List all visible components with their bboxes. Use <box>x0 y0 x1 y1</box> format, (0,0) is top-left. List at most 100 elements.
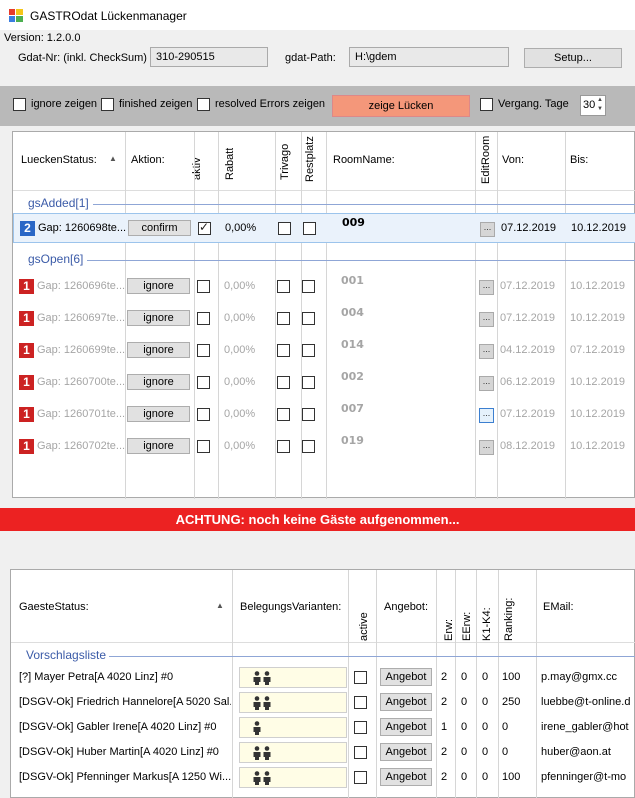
spin-down-icon[interactable]: ▼ <box>597 106 603 112</box>
col-active[interactable]: active <box>358 612 370 641</box>
resolved-checkbox[interactable] <box>197 98 210 111</box>
trivago-checkbox[interactable] <box>277 280 290 293</box>
occupancy-variants-cell[interactable] <box>239 767 347 788</box>
edit-room-button[interactable]: ... <box>479 376 494 391</box>
aktiv-checkbox[interactable] <box>197 344 210 357</box>
ignore-button[interactable]: ignore <box>127 278 190 294</box>
trivago-checkbox[interactable] <box>277 312 290 325</box>
table-row[interactable]: [DSGV-Ok] Friedrich Hannelore[A 5020 Sal… <box>11 690 635 715</box>
table-row[interactable]: [?] Mayer Petra[A 4020 Linz] #0 Angebot … <box>11 665 635 690</box>
angebot-button[interactable]: Angebot <box>380 743 432 761</box>
edit-room-button[interactable]: ... <box>479 408 494 423</box>
restplatz-checkbox[interactable] <box>302 344 315 357</box>
ignore-button[interactable]: ignore <box>127 406 190 422</box>
spin-up-icon[interactable]: ▲ <box>597 97 603 103</box>
col-angebot[interactable]: Angebot: <box>384 601 428 613</box>
bis-date: 07.12.2019 <box>570 344 626 356</box>
table-row[interactable]: [DSGV-Ok] Huber Martin[A 4020 Linz] #0 A… <box>11 740 635 765</box>
restplatz-checkbox[interactable] <box>303 222 316 235</box>
angebot-button[interactable]: Angebot <box>380 768 432 786</box>
col-email[interactable]: EMail: <box>543 601 574 613</box>
col-trivago[interactable]: Trivago <box>279 144 291 180</box>
gdat-nr-label: Gdat-Nr: (inkl. CheckSum) <box>18 52 147 64</box>
aktiv-checkbox[interactable] <box>197 376 210 389</box>
col-rabatt[interactable]: Rabatt <box>224 148 236 180</box>
table-row[interactable]: 1 Gap: 1260696te... ignore 0,00% 001 ...… <box>13 272 635 302</box>
aktiv-checkbox[interactable] <box>197 312 210 325</box>
k1k4-value: 0 <box>482 746 489 758</box>
active-checkbox[interactable] <box>354 771 367 784</box>
gdat-nr-field[interactable]: 310-290515 <box>150 47 268 67</box>
table-row[interactable]: [DSGV-Ok] Gabler Irene[A 4020 Linz] #0 A… <box>11 715 635 740</box>
show-gaps-button[interactable]: zeige Lücken <box>332 95 470 117</box>
col-eerw[interactable]: EErw: <box>461 612 473 641</box>
finished-checkbox[interactable] <box>101 98 114 111</box>
trivago-checkbox[interactable] <box>277 408 290 421</box>
edit-room-button[interactable]: ... <box>480 222 495 237</box>
angebot-button[interactable]: Angebot <box>380 668 432 686</box>
col-erw[interactable]: Erw: <box>443 619 455 641</box>
col-status[interactable]: LueckenStatus: <box>21 154 97 166</box>
edit-room-button[interactable]: ... <box>479 312 494 327</box>
col-roomname[interactable]: RoomName: <box>333 154 395 166</box>
edit-room-button[interactable]: ... <box>479 280 494 295</box>
table-row[interactable]: 2 Gap: 1260698te... confirm 0,00% 009 ..… <box>13 213 635 243</box>
past-days-spinner[interactable]: 30 ▲ ▼ <box>580 95 606 116</box>
aktiv-checkbox[interactable] <box>197 280 210 293</box>
ignore-button[interactable]: ignore <box>127 438 190 454</box>
setup-button[interactable]: Setup... <box>524 48 622 68</box>
restplatz-checkbox[interactable] <box>302 376 315 389</box>
table-row[interactable]: 1 Gap: 1260700te... ignore 0,00% 002 ...… <box>13 368 635 398</box>
ignore-button[interactable]: ignore <box>127 374 190 390</box>
trivago-checkbox[interactable] <box>277 440 290 453</box>
table-row[interactable]: 1 Gap: 1260699te... ignore 0,00% 014 ...… <box>13 336 635 366</box>
col-editroom[interactable]: EditRoom <box>480 136 492 184</box>
past-days-label: Vergang. Tage <box>498 98 569 110</box>
col-k1k4[interactable]: K1-K4: <box>481 607 493 641</box>
group-suggestions-label: Vorschlagsliste <box>26 648 107 662</box>
active-checkbox[interactable] <box>354 671 367 684</box>
eerw-value: 0 <box>461 671 468 683</box>
edit-room-button[interactable]: ... <box>479 440 494 455</box>
col-von[interactable]: Von: <box>502 154 524 166</box>
edit-room-button[interactable]: ... <box>479 344 494 359</box>
trivago-checkbox[interactable] <box>277 376 290 389</box>
col-ranking[interactable]: Ranking: <box>503 598 515 641</box>
confirm-button[interactable]: confirm <box>128 220 191 236</box>
col-action[interactable]: Aktion: <box>131 154 165 166</box>
table-row[interactable]: 1 Gap: 1260701te... ignore 0,00% 007 ...… <box>13 400 635 430</box>
table-row[interactable]: [DSGV-Ok] Pfenninger Markus[A 1250 Wi...… <box>11 765 635 790</box>
trivago-checkbox[interactable] <box>277 344 290 357</box>
rabatt-value: 0,00% <box>224 312 256 324</box>
warning-banner: ACHTUNG: noch keine Gäste aufgenommen... <box>0 508 635 531</box>
occupancy-variants-cell[interactable] <box>239 717 347 738</box>
table-row[interactable]: 1 Gap: 1260697te... ignore 0,00% 004 ...… <box>13 304 635 334</box>
col-variants[interactable]: BelegungsVarianten: <box>240 601 341 613</box>
restplatz-checkbox[interactable] <box>302 408 315 421</box>
active-checkbox[interactable] <box>354 696 367 709</box>
gdat-path-field[interactable]: H:\gdem <box>349 47 509 67</box>
aktiv-checkbox[interactable] <box>198 220 211 235</box>
past-days-checkbox[interactable] <box>480 98 493 111</box>
col-aktiv[interactable]: aktiv <box>191 157 203 180</box>
occupancy-variants-cell[interactable] <box>239 692 347 713</box>
aktiv-checkbox[interactable] <box>197 440 210 453</box>
active-checkbox[interactable] <box>354 746 367 759</box>
occupancy-variants-cell[interactable] <box>239 742 347 763</box>
aktiv-checkbox[interactable] <box>197 408 210 421</box>
ignore-checkbox[interactable] <box>13 98 26 111</box>
angebot-button[interactable]: Angebot <box>380 693 432 711</box>
restplatz-checkbox[interactable] <box>302 280 315 293</box>
table-row[interactable]: 1 Gap: 1260702te... ignore 0,00% 019 ...… <box>13 432 635 462</box>
col-guest-status[interactable]: GaesteStatus: <box>19 601 89 613</box>
restplatz-checkbox[interactable] <box>302 440 315 453</box>
occupancy-variants-cell[interactable] <box>239 667 347 688</box>
col-bis[interactable]: Bis: <box>570 154 588 166</box>
col-restplatz[interactable]: Restplatz <box>304 136 316 182</box>
trivago-checkbox[interactable] <box>278 222 291 235</box>
angebot-button[interactable]: Angebot <box>380 718 432 736</box>
ignore-button[interactable]: ignore <box>127 310 190 326</box>
active-checkbox[interactable] <box>354 721 367 734</box>
ignore-button[interactable]: ignore <box>127 342 190 358</box>
restplatz-checkbox[interactable] <box>302 312 315 325</box>
